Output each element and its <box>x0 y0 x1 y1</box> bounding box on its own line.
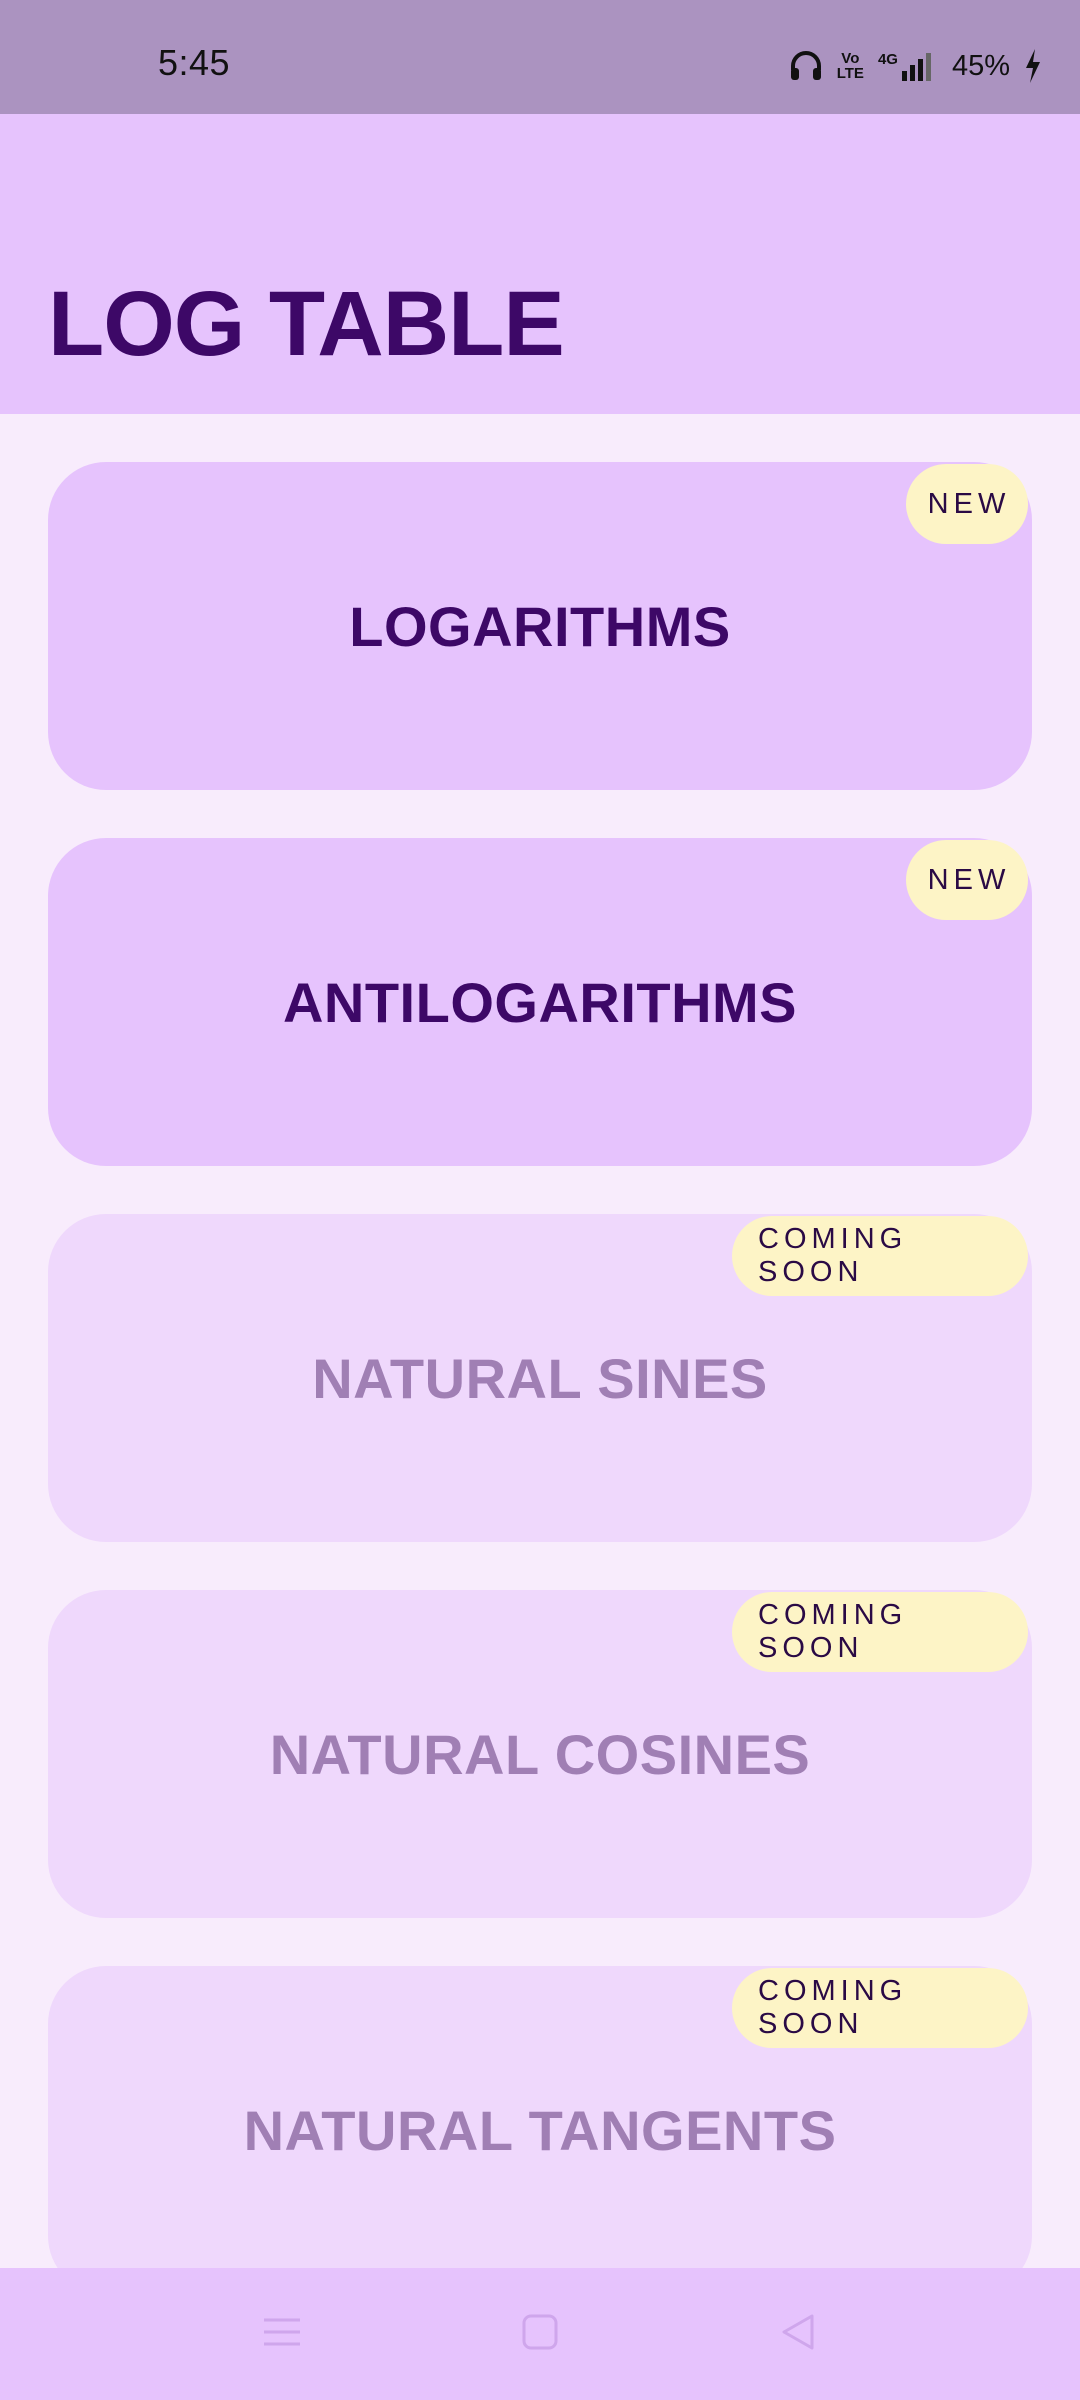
volte-line1: Vo <box>841 50 860 67</box>
new-badge: NEW <box>906 464 1028 544</box>
table-list: LOGARITHMS NEW ANTILOGARITHMS NEW NATURA… <box>0 414 1080 2268</box>
battery-percentage: 45% <box>951 49 1010 82</box>
natural-tangents-card[interactable]: NATURAL TANGENTS COMING SOON <box>48 1966 1032 2268</box>
status-time: 5:45 <box>158 42 231 83</box>
coming-soon-badge: COMING SOON <box>732 1216 1028 1296</box>
navigation-bar <box>0 2268 1080 2400</box>
natural-cosines-card[interactable]: NATURAL COSINES COMING SOON <box>48 1590 1032 1918</box>
network-type: 4G <box>877 51 898 68</box>
status-bar: 5:45 Vo LTE 4G 45% <box>0 0 1080 114</box>
charging-icon <box>1024 49 1042 83</box>
home-icon[interactable] <box>520 2312 560 2357</box>
new-badge: NEW <box>906 840 1028 920</box>
back-icon[interactable] <box>778 2312 818 2357</box>
status-icons: Vo LTE 4G 45% <box>789 46 1042 86</box>
natural-sines-card[interactable]: NATURAL SINES COMING SOON <box>48 1214 1032 1542</box>
card-label: NATURAL COSINES <box>269 1722 811 1786</box>
card-label: ANTILOGARITHMS <box>282 970 798 1034</box>
card-label: NATURAL TANGENTS <box>243 2098 837 2162</box>
recent-apps-icon[interactable] <box>262 2312 302 2357</box>
coming-soon-badge: COMING SOON <box>732 1592 1028 1672</box>
signal-icon: 4G <box>878 51 938 81</box>
antilogarithms-card[interactable]: ANTILOGARITHMS NEW <box>48 838 1032 1166</box>
headphones-icon <box>789 50 823 82</box>
logarithms-card[interactable]: LOGARITHMS NEW <box>48 462 1032 790</box>
card-label: LOGARITHMS <box>349 594 731 658</box>
app-header: LOG TABLE <box>0 114 1080 414</box>
coming-soon-badge: COMING SOON <box>732 1968 1028 2048</box>
card-label: NATURAL SINES <box>312 1346 768 1410</box>
volte-icon: Vo LTE <box>837 51 864 81</box>
volte-line2: LTE <box>836 65 864 82</box>
page-title: LOG TABLE <box>48 273 565 375</box>
